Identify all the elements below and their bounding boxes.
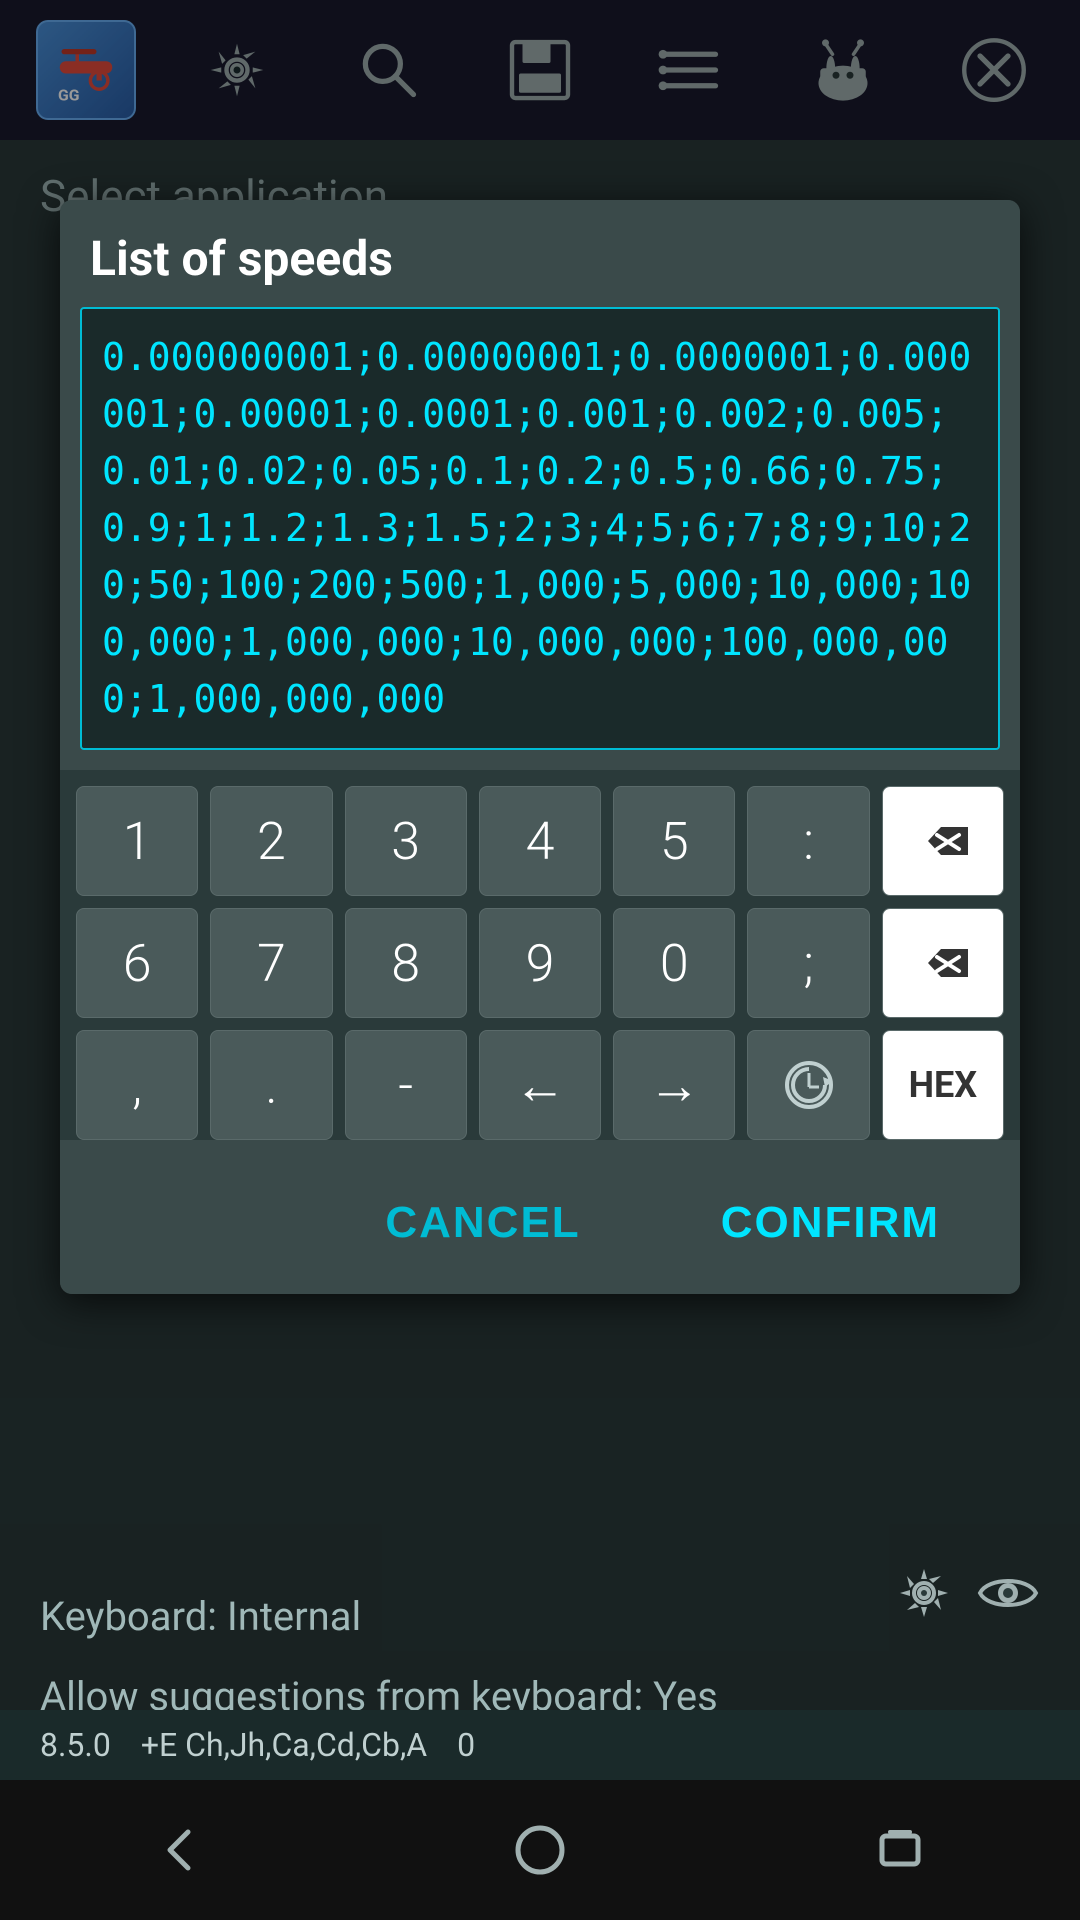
dialog-input-text[interactable]: 0.000000001;0.00000001;0.0000001;0.00000… bbox=[102, 329, 978, 728]
navigation-bar bbox=[0, 1780, 1080, 1920]
settings-bottom-icons bbox=[892, 1561, 1040, 1625]
key-colon[interactable]: : bbox=[747, 786, 869, 896]
key-hex[interactable]: HEX bbox=[882, 1030, 1004, 1140]
home-button[interactable] bbox=[500, 1810, 580, 1890]
key-history[interactable] bbox=[747, 1030, 869, 1140]
version-text: 8.5.0 bbox=[40, 1726, 111, 1764]
numpad-row-2: 6 7 8 9 0 ; bbox=[76, 908, 1004, 1018]
key-9[interactable]: 9 bbox=[479, 908, 601, 1018]
dialog-title: List of speeds bbox=[60, 200, 1020, 307]
numpad-row-1: 1 2 3 4 5 : bbox=[76, 786, 1004, 896]
key-7[interactable]: 7 bbox=[210, 908, 332, 1018]
backspace-key-1[interactable] bbox=[882, 786, 1004, 896]
status-bar: 8.5.0 +E Ch,Jh,Ca,Cd,Cb,A 0 bbox=[0, 1710, 1080, 1780]
numpad: 1 2 3 4 5 : 6 7 8 9 bbox=[60, 770, 1020, 1140]
key-1[interactable]: 1 bbox=[76, 786, 198, 896]
key-period[interactable]: . bbox=[210, 1030, 332, 1140]
backspace-key-2[interactable] bbox=[882, 908, 1004, 1018]
key-semicolon[interactable]: ; bbox=[747, 908, 869, 1018]
numpad-row-3: , . - ← → HEX bbox=[76, 1030, 1004, 1140]
key-right-arrow[interactable]: → bbox=[613, 1030, 735, 1140]
key-2[interactable]: 2 bbox=[210, 786, 332, 896]
key-5[interactable]: 5 bbox=[613, 786, 735, 896]
key-6[interactable]: 6 bbox=[76, 908, 198, 1018]
key-4[interactable]: 4 bbox=[479, 786, 601, 896]
key-3[interactable]: 3 bbox=[345, 786, 467, 896]
list-of-speeds-dialog: List of speeds 0.000000001;0.00000001;0.… bbox=[60, 200, 1020, 1294]
dialog-input-area[interactable]: 0.000000001;0.00000001;0.0000001;0.00000… bbox=[80, 307, 1000, 750]
key-0[interactable]: 0 bbox=[613, 908, 735, 1018]
confirm-button[interactable]: CONFIRM bbox=[681, 1182, 980, 1264]
key-minus[interactable]: - bbox=[345, 1030, 467, 1140]
keyboard-label: Keyboard: Internal bbox=[40, 1593, 361, 1640]
key-left-arrow[interactable]: ← bbox=[479, 1030, 601, 1140]
back-button[interactable] bbox=[140, 1810, 220, 1890]
recents-button[interactable] bbox=[860, 1810, 940, 1890]
dialog-actions: CANCEL CONFIRM bbox=[60, 1152, 1020, 1294]
key-8[interactable]: 8 bbox=[345, 908, 467, 1018]
flags-text: +E Ch,Jh,Ca,Cd,Cb,A bbox=[141, 1726, 427, 1764]
eye-icon[interactable] bbox=[976, 1561, 1040, 1625]
gear-icon-bottom[interactable] bbox=[892, 1561, 956, 1625]
cancel-button[interactable]: CANCEL bbox=[345, 1182, 620, 1264]
key-comma[interactable]: , bbox=[76, 1030, 198, 1140]
count-text: 0 bbox=[457, 1726, 475, 1764]
